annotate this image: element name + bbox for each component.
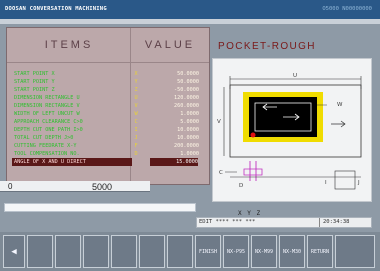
row-value[interactable]: 50.0000 bbox=[139, 70, 199, 78]
row-value[interactable]: 120.0000 bbox=[139, 94, 199, 102]
table-row[interactable]: START POINT Z Z -50.0000 bbox=[7, 86, 209, 94]
row-value[interactable]: 260.0000 bbox=[139, 102, 199, 110]
c-label: C bbox=[219, 170, 223, 176]
header-divider bbox=[7, 62, 209, 63]
row-value[interactable]: 1.0000 bbox=[139, 150, 199, 158]
items-column-header: ITEMS bbox=[44, 39, 94, 51]
row-label: START POINT X bbox=[14, 71, 55, 77]
table-row[interactable]: APPROACH CLEARANCE C>0 C 5.0000 bbox=[7, 118, 209, 126]
row-label: APPROACH CLEARANCE C>0 bbox=[14, 119, 83, 125]
softkey-nx-m30[interactable]: NX-M30 bbox=[279, 235, 305, 268]
table-row[interactable]: WIDTH OF LEFT UNCUT W W 1.0000 bbox=[7, 110, 209, 118]
axes-label: X Y Z bbox=[238, 210, 262, 217]
row-value[interactable]: 1.0000 bbox=[139, 110, 199, 118]
row-value[interactable]: -50.0000 bbox=[139, 86, 199, 94]
cnc-conversation-screen: { "header": {"title": "DOOSAN CONVERSATI… bbox=[0, 0, 380, 271]
row-label: WIDTH OF LEFT UNCUT W bbox=[14, 111, 80, 117]
softkey-return[interactable]: RETURN bbox=[307, 235, 333, 268]
title-bar: DOOSAN CONVERSATION MACHINING O5000 N000… bbox=[0, 0, 380, 19]
softkey-4[interactable] bbox=[111, 235, 137, 268]
value-column-header: VALUE bbox=[144, 39, 196, 51]
app-title: DOOSAN CONVERSATION MACHINING bbox=[5, 6, 107, 12]
row-value[interactable]: 5.0000 bbox=[139, 118, 199, 126]
row-label: DIMENSION RECTANGLE V bbox=[14, 103, 80, 109]
softkey-prev-button[interactable]: ◀ bbox=[3, 235, 25, 268]
softkey-2[interactable] bbox=[55, 235, 81, 268]
counter-left: 0 bbox=[8, 182, 13, 191]
edit-status: EDIT **** *** *** bbox=[199, 219, 256, 225]
softkey-nx-p95[interactable]: NX-P95 bbox=[223, 235, 249, 268]
diagram-title: POCKET-ROUGH bbox=[218, 41, 316, 52]
row-value[interactable]: 50.0000 bbox=[139, 78, 199, 86]
pocket-diagram: U V W C D J I bbox=[212, 58, 372, 202]
row-label: TOTAL CUT DEPTH J>0 bbox=[14, 135, 74, 141]
d-label: D bbox=[239, 183, 243, 189]
status-bar: EDIT **** *** *** 20:34:38 bbox=[196, 217, 372, 228]
i-label: I bbox=[325, 180, 327, 186]
command-input[interactable] bbox=[4, 203, 196, 212]
arrow-outside-icon bbox=[331, 120, 346, 128]
row-value[interactable]: 10.0000 bbox=[139, 134, 199, 142]
status-divider bbox=[319, 218, 320, 227]
row-label: ANGLE OF X AND U DIRECT bbox=[12, 158, 132, 166]
softkey-3[interactable] bbox=[83, 235, 109, 268]
row-value[interactable]: 15.0000 bbox=[150, 158, 198, 166]
row-value[interactable]: 10.0000 bbox=[139, 126, 199, 134]
w-label: W bbox=[337, 102, 343, 108]
softkey-nx-m99[interactable]: NX-M99 bbox=[251, 235, 277, 268]
tool-icon bbox=[243, 168, 263, 176]
softkey-6[interactable] bbox=[167, 235, 193, 268]
clock: 20:34:38 bbox=[323, 219, 350, 225]
softkey-1[interactable] bbox=[27, 235, 53, 268]
row-label: CUTTING FEEDRATE X-Y bbox=[14, 143, 77, 149]
pocket-diagram-svg: U V W C D J I bbox=[217, 73, 362, 190]
softkey-5[interactable] bbox=[139, 235, 165, 268]
table-row-selected[interactable]: ANGLE OF X AND U DIRECT 15.0000 bbox=[7, 158, 209, 166]
table-row[interactable]: START POINT Y Y 50.0000 bbox=[7, 78, 209, 86]
table-row[interactable]: DIMENSION RECTANGLE U U 120.0000 bbox=[7, 94, 209, 102]
start-point-marker bbox=[250, 132, 256, 138]
depth-block bbox=[334, 170, 356, 190]
table-row[interactable]: START POINT X X 50.0000 bbox=[7, 70, 209, 78]
counter-bar bbox=[0, 181, 150, 191]
row-label: START POINT Z bbox=[14, 87, 55, 93]
softkey-finish[interactable]: FINISH bbox=[195, 235, 221, 268]
row-value[interactable]: 200.0000 bbox=[139, 142, 199, 150]
row-label: TOOL COMPENSATION NO. bbox=[14, 151, 80, 157]
u-label: U bbox=[293, 73, 297, 79]
softkey-bar: ◀ FINISH NX-P95 NX-M99 NX-M30 RETURN bbox=[0, 232, 380, 271]
row-label: START POINT Y bbox=[14, 79, 55, 85]
row-label: DEPTH CUT ONE PATH I>0 bbox=[14, 127, 83, 133]
v-label: V bbox=[217, 119, 221, 125]
table-row[interactable]: DIMENSION RECTANGLE V V 260.0000 bbox=[7, 102, 209, 110]
sub-bar bbox=[0, 19, 380, 24]
j-label: J bbox=[357, 180, 360, 186]
counter-divider bbox=[0, 191, 150, 192]
program-code: O5000 N00000000 bbox=[322, 6, 372, 12]
table-row[interactable]: DEPTH CUT ONE PATH I>0 I 10.0000 bbox=[7, 126, 209, 134]
table-row[interactable]: TOTAL CUT DEPTH J>0 J 10.0000 bbox=[7, 134, 209, 142]
softkey-next[interactable] bbox=[335, 235, 375, 268]
parameter-table: ITEMS VALUE START POINT X X 50.0000 STAR… bbox=[6, 27, 210, 185]
row-label: DIMENSION RECTANGLE U bbox=[14, 95, 80, 101]
table-row[interactable]: TOOL COMPENSATION NO. D 1.0000 bbox=[7, 150, 209, 158]
table-row[interactable]: CUTTING FEEDRATE X-Y F 200.0000 bbox=[7, 142, 209, 150]
